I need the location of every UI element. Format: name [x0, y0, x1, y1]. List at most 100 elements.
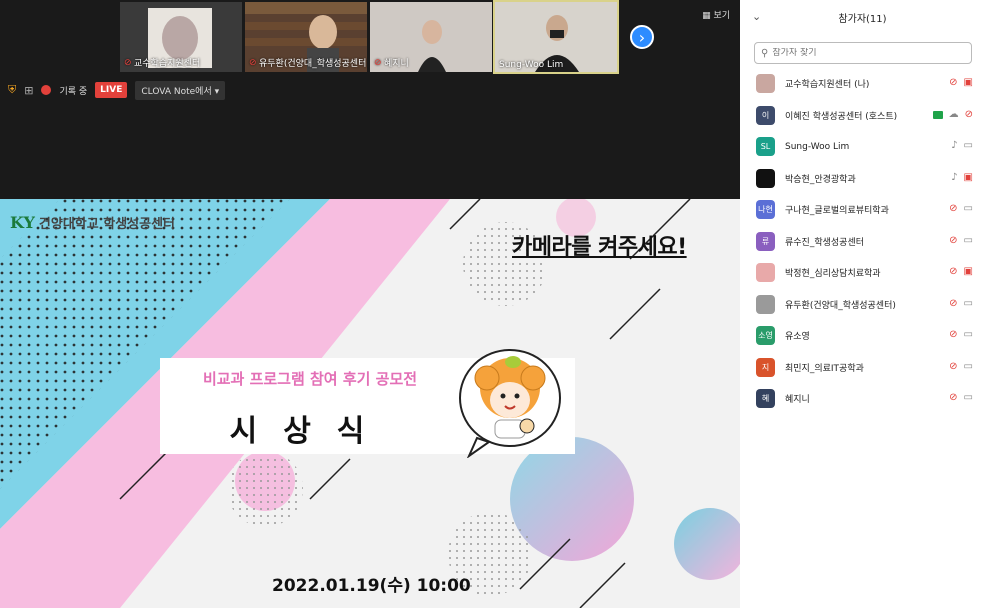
video-tile-active[interactable]: Sung-Woo Lim	[493, 0, 619, 74]
camera-off-icon[interactable]: ▣	[964, 77, 973, 89]
participant-name: 유소영	[785, 332, 810, 343]
participant-row[interactable]: 소영 유소영 ⊘ ▭	[740, 320, 985, 352]
participant-status: ⊘ ▭	[949, 392, 973, 404]
participant-status: ☁ ⊘	[932, 108, 973, 121]
participant-status: ⊘ ▣	[949, 266, 973, 278]
mic-icon[interactable]: ♪	[951, 172, 957, 184]
mic-muted-icon[interactable]: ⊘	[949, 266, 957, 278]
participant-row[interactable]: 류 류수진_학생성공센터 ⊘ ▭	[740, 226, 985, 258]
camera-icon[interactable]: ▭	[964, 203, 973, 215]
view-label: 보기	[713, 11, 730, 21]
mic-muted-icon[interactable]: ⊘	[949, 298, 957, 310]
participant-row[interactable]: 이 이혜진 학생성공센터 (호스트) ☁ ⊘	[740, 100, 985, 132]
recording-label: 기록 중	[59, 86, 88, 97]
participant-row[interactable]: 박승현_안경광학과 ♪ ▣	[740, 163, 985, 195]
event-date: 2022.01.19(수) 10:00	[272, 576, 471, 596]
participant-name: 유두환(건양대_학생성공센터)	[785, 300, 896, 311]
tile-name: Sung-Woo Lim	[499, 60, 564, 70]
participant-status: ⊘ ▭	[949, 235, 973, 247]
participant-search[interactable]: ⚲	[754, 42, 972, 64]
participant-row[interactable]: 박정현_심리상담치료학과 ⊘ ▣	[740, 257, 985, 289]
event-subtitle: 비교과 프로그램 참여 후기 공모전	[202, 370, 418, 388]
avatar	[756, 294, 775, 314]
participant-name: 류수진_학생성공센터	[785, 237, 865, 248]
participant-row[interactable]: 교수학습지원센터 (나) ⊘ ▣	[740, 68, 985, 100]
record-icon	[41, 85, 52, 95]
mascot-image	[459, 349, 561, 458]
meeting-toolbar: ⛨ ⊞ 기록 중 LIVE CLOVA Note에서 ▾	[0, 78, 740, 102]
participant-status: ⊘ ▭	[949, 203, 973, 215]
shared-slide: KY 건양대학교 학생성공센터 카메라를 켜주세요! 비교과 프로그램 참여 후…	[0, 199, 740, 608]
participant-row[interactable]: SL Sung-Woo Lim ♪ ▭	[740, 131, 985, 163]
participant-name: Sung-Woo Lim	[785, 141, 850, 152]
avatar: 이	[756, 105, 775, 125]
camera-icon[interactable]: ▭	[964, 329, 973, 341]
avatar	[756, 263, 775, 283]
avatar	[756, 74, 775, 94]
avatar: 혜	[756, 389, 775, 409]
avatar: SL	[756, 137, 775, 157]
camera-off-icon[interactable]: ▣	[964, 266, 973, 278]
camera-off-icon[interactable]: ▣	[964, 172, 973, 184]
mic-muted-icon[interactable]: ⊘	[949, 235, 957, 247]
mic-muted-icon[interactable]: ⊘	[949, 392, 957, 404]
mic-muted-icon[interactable]: ⊘	[949, 329, 957, 341]
camera-icon[interactable]: ▭	[964, 298, 973, 310]
title-card: 비교과 프로그램 참여 후기 공모전 시상식	[160, 349, 575, 458]
mic-muted-icon: ⊘	[124, 57, 132, 68]
camera-icon[interactable]: ▭	[964, 140, 973, 152]
camera-icon[interactable]: ▭	[964, 361, 973, 373]
participant-name: 최민지_의료IT공학과	[785, 363, 864, 374]
panel-header: ⌄ 참가자(11)	[740, 0, 985, 36]
avatar	[756, 168, 775, 188]
mic-muted-icon: ⊘	[374, 57, 382, 68]
participant-list: 교수학습지원센터 (나) ⊘ ▣ 이 이혜진 학생성공센터 (호스트) ☁ ⊘ SL Sung-…	[740, 68, 985, 415]
meeting-area: ⊘ 교수학습지원센터 ⊘ 유두환(건양대_학생성공센터) ⊘ 혜지니 Sung-…	[0, 0, 740, 608]
logo-text: 건양대학교 학생성공센터	[38, 217, 175, 232]
avatar: 지	[756, 357, 775, 377]
mic-muted-icon: ⊘	[249, 57, 257, 68]
tile-name: 교수학습지원센터	[134, 59, 201, 69]
live-badge[interactable]: LIVE	[95, 82, 128, 98]
participant-name: 구나현_글로벌의료뷰티학과	[785, 206, 889, 217]
participant-row[interactable]: 나현 구나현_글로벌의료뷰티학과 ⊘ ▭	[740, 194, 985, 226]
participant-status: ⊘ ▭	[949, 329, 973, 341]
camera-icon[interactable]: ▭	[964, 392, 973, 404]
participant-row[interactable]: 지 최민지_의료IT공학과 ⊘ ▭	[740, 352, 985, 384]
panel-title: 참가자(11)	[838, 14, 887, 25]
video-strip: ⊘ 교수학습지원센터 ⊘ 유두환(건양대_학생성공센터) ⊘ 혜지니 Sung-…	[0, 0, 740, 75]
view-button[interactable]: ▦ 보기	[702, 8, 730, 21]
participant-name: 박승현_안경광학과	[785, 174, 856, 185]
university-logo: KY 건양대학교 학생성공센터	[10, 213, 175, 232]
video-tile[interactable]: ⊘ 교수학습지원센터	[120, 2, 242, 72]
mic-muted-icon[interactable]: ⊘	[949, 203, 957, 215]
mic-icon[interactable]: ♪	[951, 140, 957, 152]
video-tile[interactable]: ⊘ 혜지니	[370, 2, 492, 72]
camera-request-text: 카메라를 켜주세요!	[512, 235, 687, 260]
participant-name: 이혜진 학생성공센터 (호스트)	[785, 111, 898, 122]
mic-muted-icon[interactable]: ⊘	[965, 109, 973, 121]
participant-status: ♪ ▣	[951, 172, 973, 184]
grid-icon[interactable]: ⊞	[24, 84, 33, 97]
participant-row[interactable]: 유두환(건양대_학생성공센터) ⊘ ▭	[740, 289, 985, 321]
clova-note-button[interactable]: CLOVA Note에서 ▾	[135, 80, 226, 100]
tile-name: 혜지니	[384, 59, 409, 69]
mic-muted-icon[interactable]: ⊘	[949, 361, 957, 373]
logo-mark: KY	[10, 213, 35, 232]
shield-icon[interactable]: ⛨	[8, 83, 16, 97]
participants-panel: ⌄ 참가자(11) ⚲ 교수학습지원센터 (나)⊘▣이이혜진 학생성공센터 (호…	[740, 0, 985, 608]
search-input[interactable]	[772, 48, 953, 58]
next-page-button[interactable]: ›	[630, 25, 654, 49]
mic-muted-icon[interactable]: ⊘	[949, 77, 957, 89]
event-title: 시상식	[229, 414, 391, 449]
cloud-icon: ☁	[948, 108, 959, 120]
participant-name: 혜지니	[785, 395, 810, 406]
camera-icon[interactable]: ▭	[964, 235, 973, 247]
participant-status: ⊘ ▭	[949, 361, 973, 373]
participant-name: 박정현_심리상담치료학과	[785, 269, 881, 280]
participant-name: 교수학습지원센터 (나)	[785, 80, 870, 91]
avatar: 소영	[756, 326, 775, 346]
participant-row[interactable]: 혜 혜지니 ⊘ ▭	[740, 383, 985, 415]
participant-status: ⊘ ▭	[949, 298, 973, 310]
video-tile[interactable]: ⊘ 유두환(건양대_학생성공센터)	[245, 2, 367, 72]
